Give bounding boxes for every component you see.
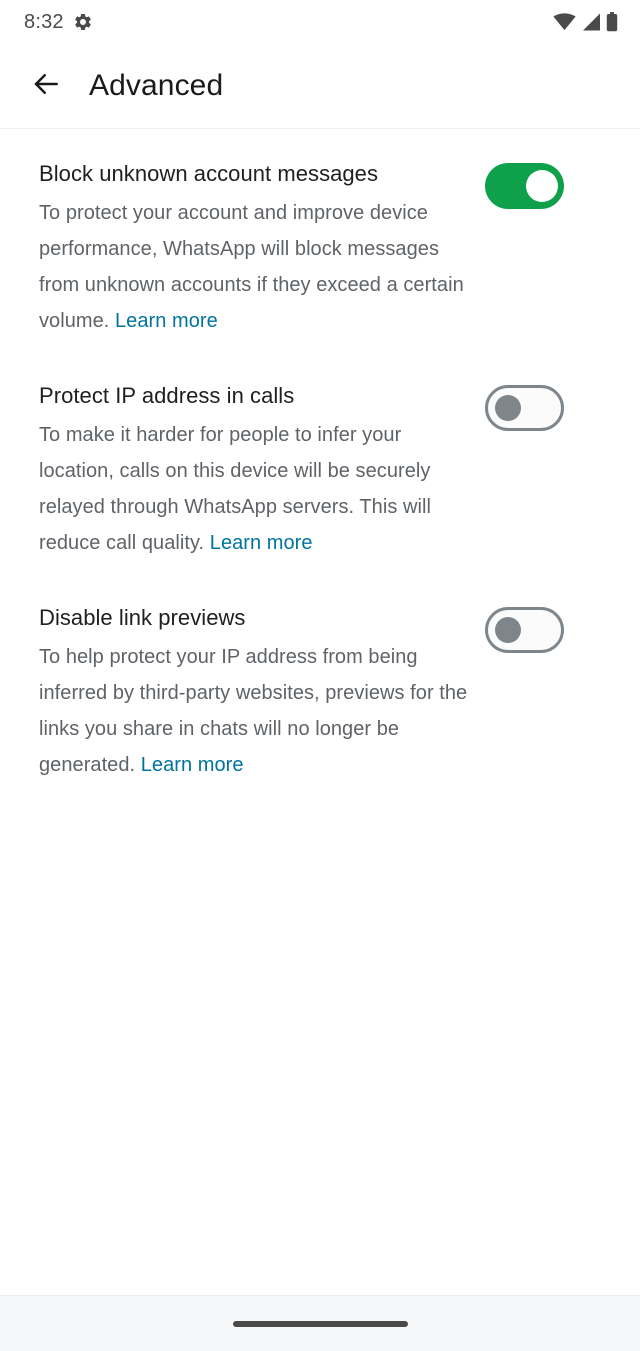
- home-gesture-pill[interactable]: [232, 1320, 408, 1327]
- learn-more-link[interactable]: Learn more: [141, 754, 244, 776]
- back-arrow-icon: [31, 69, 61, 104]
- setting-description-text: To protect your account and improve devi…: [39, 202, 464, 332]
- back-button[interactable]: [23, 63, 69, 109]
- setting-description: To protect your account and improve devi…: [39, 195, 469, 339]
- setting-title: Block unknown account messages: [39, 161, 379, 186]
- toggle-knob: [525, 170, 558, 202]
- setting-row-block-unknown-account-messages[interactable]: Block unknown account messages To protec…: [0, 150, 640, 339]
- setting-title: Protect IP address in calls: [39, 383, 295, 408]
- status-bar-right: [553, 12, 618, 32]
- setting-text-disable-link-previews: Disable link previews To help protect yo…: [39, 603, 479, 783]
- toggle-knob: [494, 617, 521, 643]
- toggle-knob: [494, 395, 521, 421]
- status-bar: 8:32: [0, 0, 640, 44]
- learn-more-link[interactable]: Learn more: [115, 310, 218, 332]
- toggle-protect-ip-address-in-calls[interactable]: [484, 385, 564, 431]
- setting-title: Disable link previews: [39, 605, 246, 630]
- wifi-icon: [553, 13, 576, 31]
- toggle-wrap-protect-ip: [479, 381, 569, 431]
- setting-description: To help protect your IP address from bei…: [39, 639, 469, 783]
- toggle-disable-link-previews[interactable]: [484, 607, 564, 653]
- setting-row-protect-ip-address-in-calls[interactable]: Protect IP address in calls To make it h…: [0, 339, 640, 561]
- toggle-wrap-disable-link-previews: [479, 603, 569, 653]
- setting-row-disable-link-previews[interactable]: Disable link previews To help protect yo…: [0, 561, 640, 783]
- setting-description: To make it harder for people to infer yo…: [39, 417, 469, 561]
- system-navigation-bar: [0, 1295, 640, 1351]
- learn-more-link[interactable]: Learn more: [210, 532, 313, 554]
- status-bar-left: 8:32: [24, 12, 93, 33]
- phone-screen: WABetaInfo 8:32: [0, 0, 640, 1351]
- page-title: Advanced: [89, 69, 224, 102]
- battery-icon: [606, 12, 618, 32]
- status-bar-clock: 8:32: [24, 10, 64, 33]
- setting-description-text: To help protect your IP address from bei…: [39, 646, 468, 776]
- gear-icon: [73, 12, 93, 32]
- setting-text-block: Block unknown account messages To protec…: [39, 159, 479, 339]
- toggle-block-unknown-account-messages[interactable]: [484, 163, 564, 209]
- cellular-signal-icon: [581, 13, 601, 31]
- toggle-wrap-block: [479, 159, 569, 209]
- settings-list: Block unknown account messages To protec…: [0, 129, 640, 1295]
- app-bar: Advanced: [0, 44, 640, 129]
- setting-text-protect-ip: Protect IP address in calls To make it h…: [39, 381, 479, 561]
